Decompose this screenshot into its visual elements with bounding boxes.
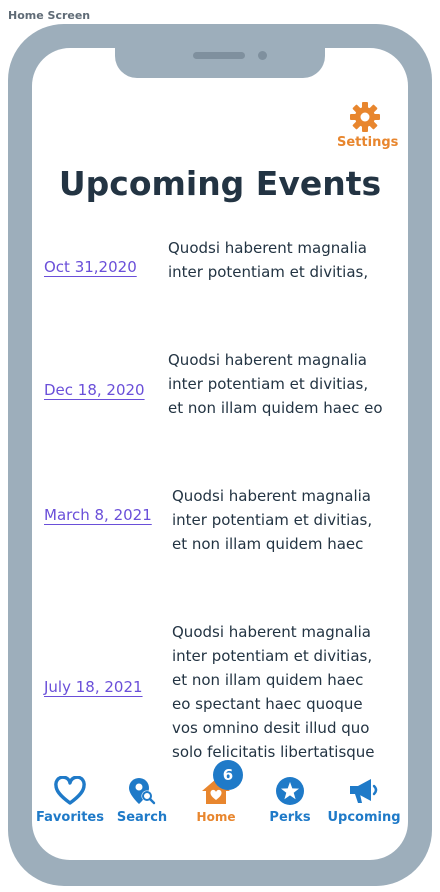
event-date-link[interactable]: March 8, 2021 <box>44 506 152 524</box>
tab-label: Search <box>116 810 168 825</box>
page-title: Upcoming Events <box>58 164 382 203</box>
event-line: vos omnino desit illud quo <box>172 719 370 737</box>
event-description: Quodsi haberent magnalia inter potentiam… <box>172 620 398 764</box>
event-line: inter potentiam et divitias, <box>172 647 373 665</box>
event-line: et non illam quidem haec <box>172 671 364 689</box>
tab-perks[interactable]: Perks <box>252 770 328 825</box>
event-date-link[interactable]: Oct 31,2020 <box>44 258 137 276</box>
tab-favorites[interactable]: Favorites <box>32 770 108 825</box>
event-line: Quodsi haberent magnalia <box>172 487 371 505</box>
event-line: inter potentiam et divitias, <box>172 511 373 529</box>
tab-label: Favorites <box>36 810 104 825</box>
event-line: solo felicitatis libertatisque <box>172 743 375 761</box>
event-line: Quodsi haberent magnalia <box>168 239 367 257</box>
event-description: Quodsi haberent magnalia inter potentiam… <box>172 484 398 556</box>
camera <box>258 51 267 60</box>
settings-button[interactable]: Settings <box>337 101 399 150</box>
event-line: Quodsi haberent magnalia <box>172 623 371 641</box>
settings-label: Settings <box>337 135 399 150</box>
heart-icon <box>54 776 86 805</box>
star-badge-icon <box>276 777 304 805</box>
event-date-link[interactable]: Dec 18, 2020 <box>44 381 145 399</box>
home-badge: 6 <box>213 760 243 790</box>
speaker <box>193 52 245 59</box>
event-line: et non illam quidem haec <box>172 535 364 553</box>
event-line: inter potentiam et divitias, <box>168 263 369 281</box>
phone-notch <box>115 48 325 78</box>
event-description: Quodsi haberent magnalia inter potentiam… <box>168 236 394 284</box>
location-search-icon <box>129 778 156 805</box>
event-line: eo spectant haec quoque <box>172 695 363 713</box>
tab-label: Upcoming <box>327 810 401 825</box>
tab-label: Perks <box>269 810 311 825</box>
tab-label: Home <box>196 810 236 824</box>
event-line: et non illam quidem haec eo <box>168 399 383 417</box>
tab-search[interactable]: Search <box>104 770 180 825</box>
tab-upcoming[interactable]: Upcoming <box>326 770 402 825</box>
event-line: inter potentiam et divitias, <box>168 375 369 393</box>
event-date-link[interactable]: July 18, 2021 <box>44 678 143 696</box>
frame-label: Home Screen <box>8 9 91 22</box>
gear-icon <box>350 102 380 132</box>
event-description: Quodsi haberent magnalia inter potentiam… <box>168 348 394 420</box>
event-line: Quodsi haberent magnalia <box>168 351 367 369</box>
megaphone-icon <box>350 779 378 803</box>
